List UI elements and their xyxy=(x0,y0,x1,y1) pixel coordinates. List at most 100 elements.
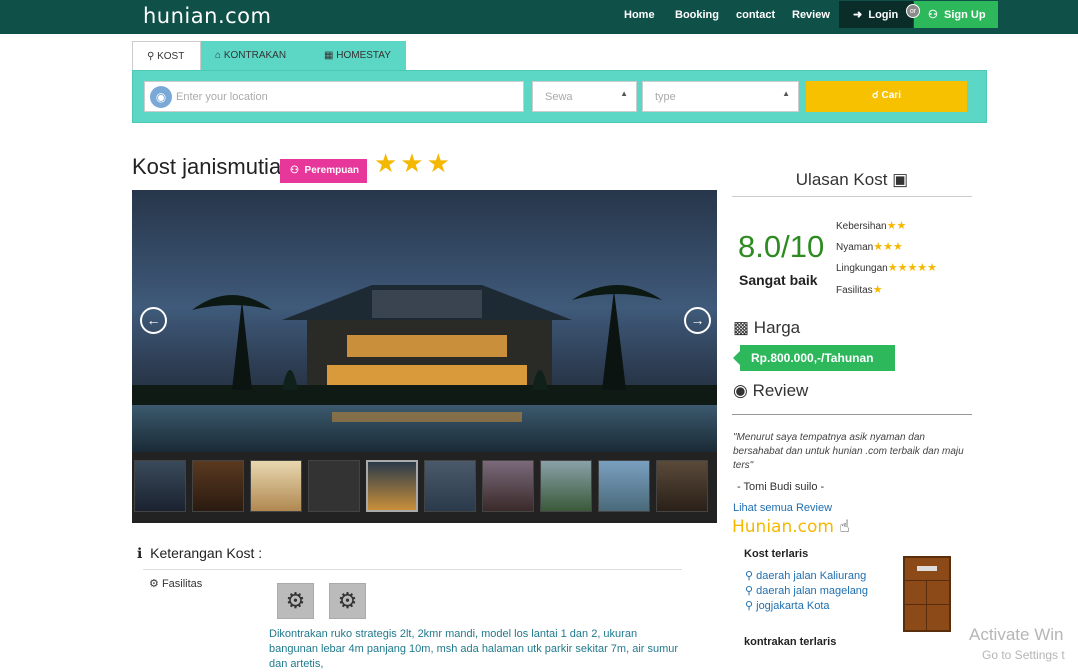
signup-label: Sign Up xyxy=(944,9,986,21)
chevron-down-icon: ▲ xyxy=(620,89,628,98)
gears-icon: ⚙ xyxy=(149,578,159,590)
location-link-text: daerah jalan magelang xyxy=(756,585,869,597)
see-all-reviews-link[interactable]: Lihat semua Review xyxy=(733,502,832,514)
login-label: Login xyxy=(868,9,899,21)
location-input[interactable]: ◉ Enter your location xyxy=(144,81,524,112)
tab-homestay-label: HOMESTAY xyxy=(336,50,391,61)
criteria-stars: ★ xyxy=(872,284,883,296)
thumbnail-strip xyxy=(132,452,717,523)
thumbnail-broken[interactable] xyxy=(308,460,360,512)
nav-contact-link[interactable]: contact xyxy=(736,9,775,21)
type-value: type xyxy=(655,91,676,103)
map-marker-icon: ⚲ xyxy=(745,570,754,582)
criteria-lingkungan: Lingkungan★★★★★ xyxy=(836,261,937,274)
tab-kontrakan[interactable]: ⌂ KONTRAKAN xyxy=(201,41,310,70)
criteria-label: Nyaman xyxy=(836,242,874,253)
criteria-label: Kebersihan xyxy=(836,221,887,232)
location-link[interactable]: ⚲ jogjakarta Kota xyxy=(745,599,830,612)
thumbnail[interactable] xyxy=(250,460,302,512)
door-panel-line xyxy=(905,580,949,581)
location-link[interactable]: ⚲ daerah jalan magelang xyxy=(745,584,868,597)
hunian-logo: Hunian.com ☝ xyxy=(732,517,850,537)
windows-watermark-sub: Go to Settings t xyxy=(982,648,1065,662)
review-score: 8.0/10 xyxy=(738,229,825,264)
fasilitas-text: Fasilitas xyxy=(161,578,203,590)
eye-icon: ◉ xyxy=(733,381,748,400)
building-icon: ▦ xyxy=(324,50,334,61)
hunian-logo-text: Hunian.com xyxy=(732,517,834,537)
door-image xyxy=(903,556,951,632)
slider-next-button[interactable]: → xyxy=(684,307,711,334)
login-icon: ➜ xyxy=(853,9,863,21)
rating-stars: ★★★ xyxy=(374,148,453,178)
brand-logo[interactable]: hunian.com xyxy=(143,4,271,28)
criteria-nyaman: Nyaman★★★ xyxy=(836,240,903,253)
price-heading-text: Harga xyxy=(753,318,801,337)
main-photo xyxy=(132,190,717,452)
thumbnail[interactable] xyxy=(656,460,708,512)
thumbnail[interactable] xyxy=(192,460,244,512)
review-heading-text: Ulasan Kost xyxy=(795,170,888,189)
criteria-kebersihan: Kebersihan★★ xyxy=(836,219,906,232)
search-icon: ☌ xyxy=(872,90,879,101)
criteria-stars: ★★★★★ xyxy=(887,262,938,274)
photo-slider[interactable]: ← → xyxy=(132,190,717,523)
facility-gear-icon: ⚙ xyxy=(329,583,366,619)
divider xyxy=(732,414,972,415)
location-target-icon: ◉ xyxy=(150,86,172,108)
review-quote: "Menurut saya tempatnya asik nyaman dan … xyxy=(733,432,964,471)
login-button[interactable]: ➜ Login xyxy=(839,1,913,28)
review-score-label: Sangat baik xyxy=(739,272,818,288)
nav-home-link[interactable]: Home xyxy=(624,9,655,21)
criteria-fasilitas: Fasilitas★ xyxy=(836,283,883,296)
sewa-value: Sewa xyxy=(545,91,573,103)
kontrakan-terlaris-heading: kontrakan terlaris xyxy=(744,636,837,648)
gender-badge-label: Perempuan xyxy=(304,165,359,176)
info-title-text: Keterangan Kost : xyxy=(150,545,263,561)
criteria-label: Lingkungan xyxy=(836,263,888,274)
top-navbar: hunian.com Home Booking contact Review ➜… xyxy=(0,0,1078,34)
tab-kontrakan-label: KONTRAKAN xyxy=(223,50,287,61)
search-button-label: Cari xyxy=(881,90,901,101)
tab-homestay[interactable]: ▦ HOMESTAY xyxy=(310,41,406,70)
chevron-down-icon: ▲ xyxy=(782,89,790,98)
users-icon: ⚇ xyxy=(928,9,938,21)
thumbnail[interactable] xyxy=(134,460,186,512)
criteria-label: Fasilitas xyxy=(836,285,873,296)
windows-watermark: Activate Win xyxy=(969,625,1064,644)
info-section-title: ℹ Keterangan Kost : xyxy=(137,545,262,562)
facility-gear-icon: ⚙ xyxy=(277,583,314,619)
info-icon: ℹ xyxy=(137,545,143,561)
thumbnail[interactable] xyxy=(482,460,534,512)
price-heading: ▩ Harga xyxy=(733,318,800,338)
type-select[interactable]: type ▲ xyxy=(642,81,799,112)
search-button[interactable]: ☌ Cari xyxy=(806,81,967,112)
divider xyxy=(143,569,682,570)
sewa-select[interactable]: Sewa ▲ xyxy=(532,81,637,112)
users-icon: ⚇ xyxy=(290,165,299,176)
tab-kost[interactable]: ⚲ KOST xyxy=(132,41,201,70)
nav-review-link[interactable]: Review xyxy=(792,9,830,21)
divider xyxy=(732,196,972,197)
location-placeholder: Enter your location xyxy=(176,91,268,103)
key-icon: ⚲ xyxy=(147,51,155,62)
map-marker-icon: ⚲ xyxy=(745,600,754,612)
tab-kost-label: KOST xyxy=(157,51,185,62)
door-panel-line xyxy=(926,580,927,630)
slider-prev-button[interactable]: ← xyxy=(140,307,167,334)
thumbnail[interactable] xyxy=(424,460,476,512)
review-section-title: Ulasan Kost ▣ xyxy=(732,170,972,190)
thumbnail[interactable] xyxy=(540,460,592,512)
signup-button[interactable]: ⚇ Sign Up xyxy=(914,1,998,28)
fasilitas-label: ⚙ Fasilitas xyxy=(149,577,202,590)
location-link[interactable]: ⚲ daerah jalan Kaliurang xyxy=(745,569,866,582)
door-panel-line xyxy=(905,604,949,605)
thumbnail-active[interactable] xyxy=(366,460,418,512)
nav-booking-link[interactable]: Booking xyxy=(675,9,719,21)
location-link-text: daerah jalan Kaliurang xyxy=(756,570,867,582)
review-heading: ◉ Review xyxy=(733,381,808,401)
or-divider: or xyxy=(906,4,920,18)
thumbnail[interactable] xyxy=(598,460,650,512)
thumbs-up-icon: ☝ xyxy=(839,517,850,537)
location-link-text: jogjakarta Kota xyxy=(756,600,830,612)
